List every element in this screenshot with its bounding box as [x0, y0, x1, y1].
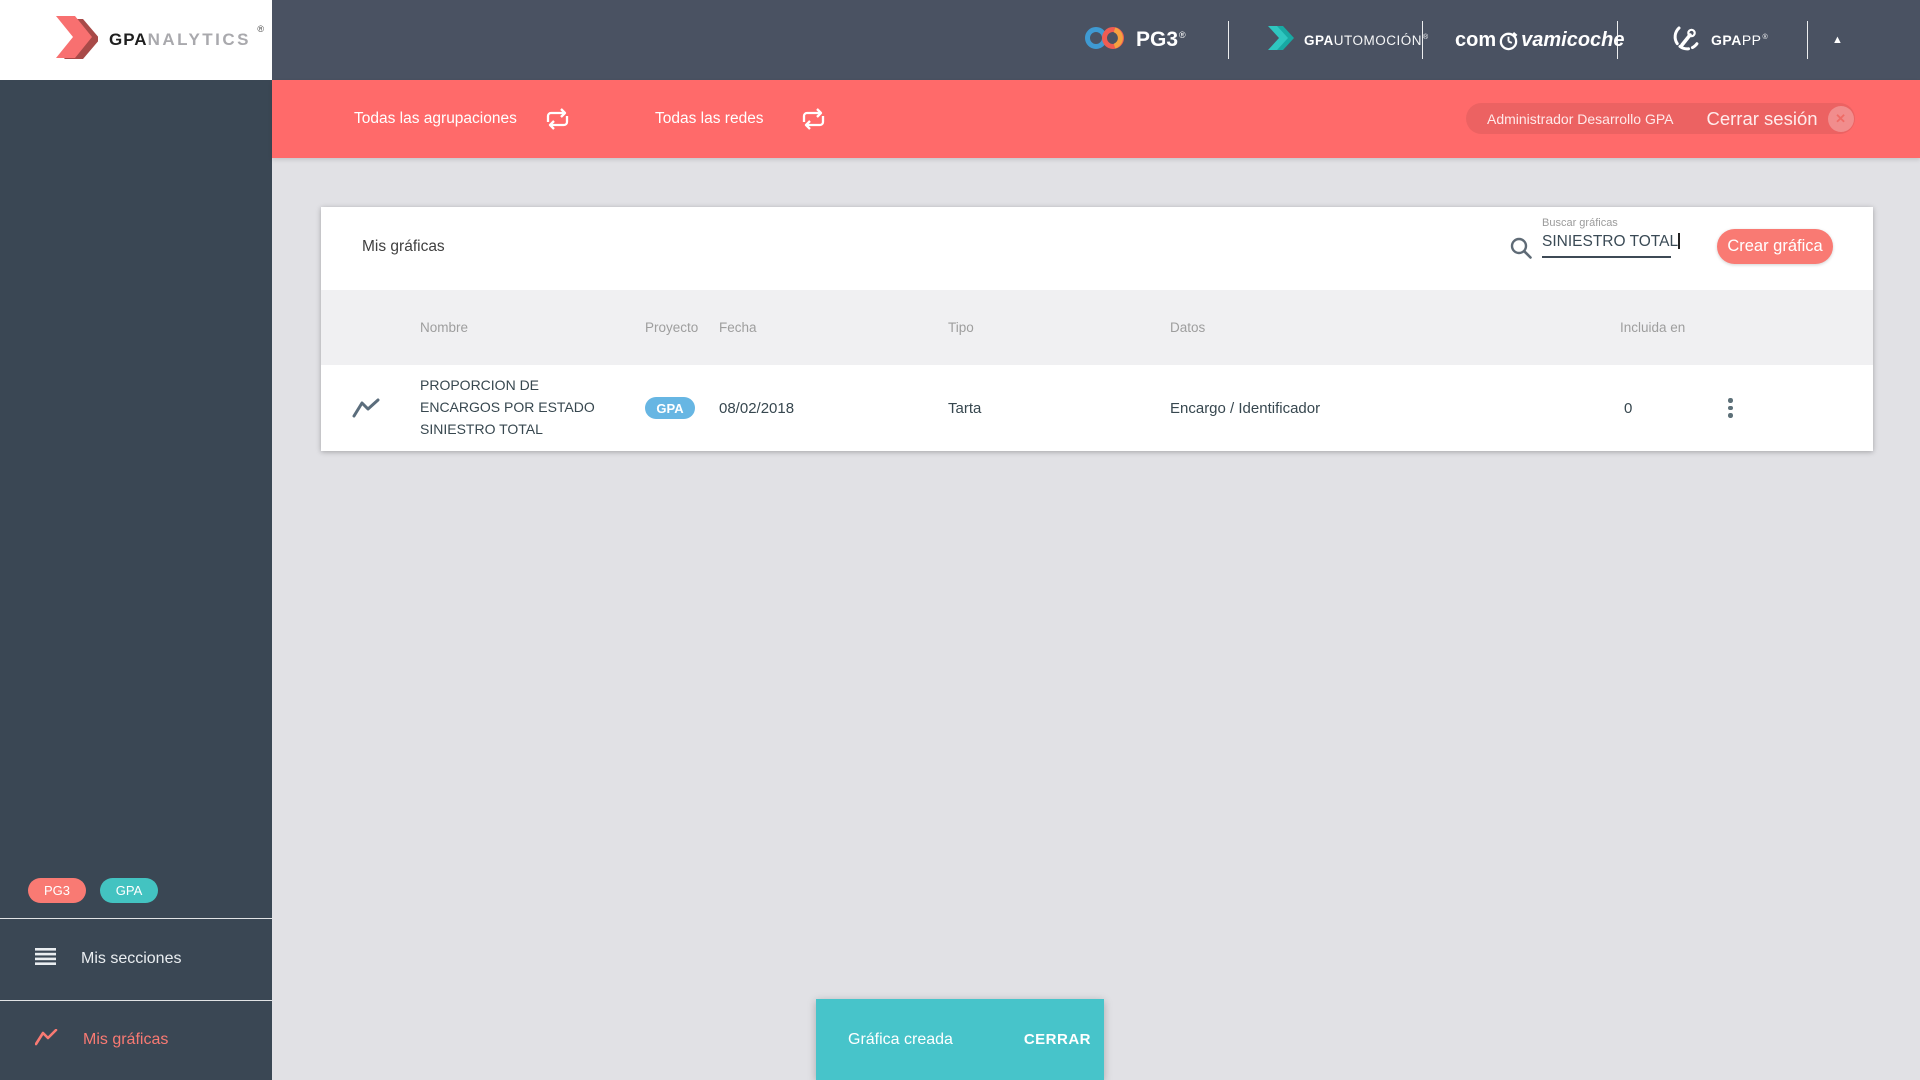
row-included-in: 0	[1624, 399, 1633, 417]
swap-networks-icon[interactable]	[800, 107, 827, 136]
pg3-label: PG3®	[1136, 28, 1186, 51]
snackbar: Gráfica creada CERRAR	[816, 999, 1104, 1080]
gpautomocion-logo[interactable]: GPAUTOMOCIÓN®	[1266, 0, 1429, 80]
column-header-datos[interactable]: Datos	[1165, 320, 1615, 335]
sidebar-item-label: Mis secciones	[81, 950, 182, 967]
user-name: Administrador Desarrollo GPA	[1487, 110, 1674, 127]
badge-pg3[interactable]: PG3	[28, 878, 86, 903]
row-type: Tarta	[948, 399, 982, 417]
app-logo: GPANALYTICS ®	[0, 0, 272, 80]
column-header-fecha[interactable]: Fecha	[712, 320, 941, 335]
swap-groupings-icon[interactable]	[544, 107, 571, 136]
snackbar-message: Gráfica creada	[848, 1030, 953, 1048]
page: GPANALYTICS ® PG3 GPA Mis secciones Mis …	[0, 0, 1920, 1080]
create-chart-button[interactable]: Crear gráfica	[1717, 229, 1833, 264]
compravamicoche-label-post: vamicoche	[1521, 28, 1625, 51]
kebab-menu-icon[interactable]	[1728, 398, 1746, 418]
page-title: Mis gráficas	[362, 238, 445, 255]
compravamicoche-label-pre: com	[1455, 28, 1497, 51]
topbar-divider	[1422, 21, 1423, 59]
topbar-divider	[1617, 21, 1618, 59]
user-session-pill: Administrador Desarrollo GPA Cerrar sesi…	[1466, 103, 1855, 134]
sidebar-item-mis-graficas[interactable]: Mis gráficas	[0, 1000, 272, 1080]
clock-icon	[1499, 31, 1518, 50]
column-header-tipo[interactable]: Tipo	[941, 320, 1165, 335]
charts-card: Mis gráficas Buscar gráficas SINIESTRO T…	[321, 207, 1873, 451]
filter-bar: Todas las agrupaciones Todas las redes A…	[272, 80, 1920, 158]
chart-line-icon	[34, 1028, 58, 1051]
pg3-infinity-icon	[1082, 24, 1128, 57]
row-name: PROPORCION DE ENCARGOS POR ESTADO SINIES…	[420, 377, 595, 437]
card-header: Mis gráficas Buscar gráficas SINIESTRO T…	[321, 207, 1873, 290]
caret-up-icon: ▲	[1832, 34, 1843, 46]
row-chart-icon	[321, 398, 410, 418]
collapse-topbar-button[interactable]: ▲	[1832, 0, 1843, 80]
all-groupings-label[interactable]: Todas las agrupaciones	[354, 80, 517, 158]
row-project: GPA	[640, 397, 712, 419]
search-value: SINIESTRO TOTAL	[1542, 233, 1679, 250]
sidebar-badges: PG3 GPA	[28, 878, 158, 903]
topbar-divider	[1807, 21, 1808, 59]
gpautomocion-label: GPAUTOMOCIÓN®	[1304, 32, 1429, 48]
row-actions	[1710, 398, 1873, 418]
search-label: Buscar gráficas	[1542, 217, 1618, 229]
row-data: Encargo / Identificador	[1170, 399, 1321, 417]
search-field-wrap: Buscar gráficas SINIESTRO TOTAL	[1542, 217, 1692, 258]
table-header-row: Nombre Proyecto Fecha Tipo Datos Incluid…	[321, 290, 1873, 365]
gpautomocion-arrow-icon	[1266, 25, 1296, 56]
snackbar-close-button[interactable]: CERRAR	[1024, 1031, 1104, 1048]
compravamicoche-logo[interactable]: com vamicoche	[1455, 0, 1625, 80]
all-networks-label[interactable]: Todas las redes	[655, 80, 764, 158]
row-date: 08/02/2018	[719, 399, 795, 417]
topbar-divider	[1228, 21, 1229, 59]
column-header-nombre[interactable]: Nombre	[410, 320, 640, 335]
gpapp-logo[interactable]: GPAPP®	[1671, 0, 1768, 80]
logout-button[interactable]: Cerrar sesión	[1706, 108, 1817, 130]
search-icon[interactable]	[1509, 236, 1533, 265]
main-content: Mis gráficas Buscar gráficas SINIESTRO T…	[272, 158, 1920, 1080]
sidebar: GPANALYTICS ® PG3 GPA Mis secciones Mis …	[0, 0, 272, 1080]
search-input[interactable]: SINIESTRO TOTAL	[1542, 229, 1680, 258]
text-caret	[1678, 233, 1680, 249]
column-header-proyecto[interactable]: Proyecto	[640, 320, 712, 335]
gpapp-label: GPAPP®	[1711, 32, 1769, 48]
topbar: PG3® GPAUTOMOCIÓN® com vamicoche GPAPP® …	[272, 0, 1920, 80]
project-badge: GPA	[645, 397, 695, 419]
pg3-logo[interactable]: PG3®	[1082, 0, 1186, 80]
sidebar-item-label: Mis gráficas	[83, 1031, 169, 1048]
sidebar-item-mis-secciones[interactable]: Mis secciones	[0, 918, 272, 1000]
badge-gpa[interactable]: GPA	[100, 878, 158, 903]
menu-icon	[35, 948, 56, 970]
gpanalytics-arrow-icon	[50, 15, 100, 65]
app-logo-text: GPANALYTICS ®	[109, 24, 266, 49]
close-session-icon[interactable]: ✕	[1827, 105, 1854, 132]
gpapp-wrench-icon	[1671, 22, 1703, 59]
table-row[interactable]: PROPORCION DE ENCARGOS POR ESTADO SINIES…	[321, 365, 1873, 451]
column-header-incluida-en[interactable]: Incluida en	[1615, 320, 1710, 335]
